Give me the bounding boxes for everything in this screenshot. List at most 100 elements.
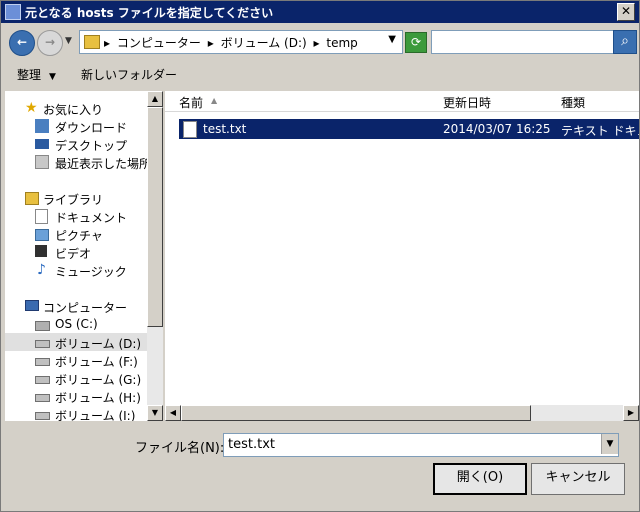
column-label: 更新日時 <box>443 96 492 110</box>
nav-favorites[interactable]: ★ お気に入り <box>5 99 147 117</box>
refresh-button[interactable]: ⟳ <box>405 32 427 53</box>
filename-label: ファイル名(N): <box>135 441 225 456</box>
nav-computer[interactable]: コンピューター <box>5 297 147 315</box>
hscroll-thumb[interactable] <box>181 405 531 421</box>
file-modified: 2014/03/07 16:25 <box>443 122 551 136</box>
nav-label: ビデオ <box>55 247 92 261</box>
drive-g-icon <box>35 376 50 384</box>
forward-button[interactable]: → <box>37 30 63 56</box>
recent-places-icon <box>35 155 49 169</box>
forward-arrow-icon: → <box>44 35 56 49</box>
recent-pages-dropdown-icon[interactable]: ▼ <box>65 36 72 46</box>
drive-f-icon <box>35 358 50 366</box>
toolbar: 整理 ▼ 新しいフォルダー <box>1 59 639 89</box>
file-row[interactable]: test.txt 2014/03/07 16:25 テキスト ドキュメント <box>178 118 639 140</box>
nav-drive-f[interactable]: ボリューム (F:) <box>5 351 147 369</box>
nav-drive-h[interactable]: ボリューム (H:) <box>5 387 147 405</box>
breadcrumb-separator[interactable]: ▸ <box>208 36 214 50</box>
address-bar[interactable]: ▸ コンピューター ▸ ボリューム (D:) ▸ temp ▼ <box>79 30 403 54</box>
file-list: 名前 ▲ 更新日時 種類 test.txt 2014/03/07 16:25 テ… <box>165 91 639 421</box>
library-folder-icon <box>25 192 39 205</box>
nav-label: ボリューム (G:) <box>55 373 142 387</box>
sort-ascending-icon: ▲ <box>211 96 218 105</box>
nav-label: ボリューム (I:) <box>55 409 136 421</box>
app-icon <box>5 4 21 20</box>
music-note-icon: ♪ <box>37 262 46 278</box>
nav-pictures[interactable]: ピクチャ <box>5 225 147 243</box>
text-file-icon <box>183 121 197 138</box>
back-arrow-icon: ← <box>16 35 28 49</box>
nav-label: 最近表示した場所 <box>55 157 147 171</box>
column-header-modified[interactable]: 更新日時 <box>437 91 556 112</box>
title-bar: 元となる hosts ファイルを指定してください ✕ <box>1 1 639 23</box>
nav-label: ドキュメント <box>55 211 128 225</box>
column-header-type[interactable]: 種類 <box>555 91 639 112</box>
search-icon: ⌕ <box>621 33 629 49</box>
organize-label: 整理 <box>17 68 42 82</box>
new-folder-label: 新しいフォルダー <box>81 68 178 82</box>
refresh-icon: ⟳ <box>410 35 422 49</box>
column-header-name[interactable]: 名前 ▲ <box>165 91 438 112</box>
drive-c-icon <box>35 321 50 331</box>
filename-dropdown-icon[interactable]: ▼ <box>601 434 618 454</box>
nav-drive-g[interactable]: ボリューム (G:) <box>5 369 147 387</box>
breadcrumb-volume-d[interactable]: ボリューム (D:) <box>221 36 307 50</box>
nav-desktop[interactable]: デスクトップ <box>5 135 147 153</box>
close-button[interactable]: ✕ <box>617 3 635 21</box>
navigation-scrollbar[interactable]: ▲ ▼ <box>147 91 163 421</box>
breadcrumb-temp[interactable]: temp <box>326 36 357 50</box>
folder-icon <box>84 35 100 49</box>
nav-label: OS (C:) <box>55 317 98 331</box>
nav-label: ミュージック <box>55 265 127 279</box>
nav-music[interactable]: ♪ ミュージック <box>5 261 147 279</box>
nav-label: コンピューター <box>43 301 128 315</box>
document-icon <box>35 209 48 224</box>
address-dropdown-icon[interactable]: ▼ <box>388 34 396 45</box>
scroll-left-icon[interactable]: ◀ <box>165 405 181 421</box>
nav-drive-i[interactable]: ボリューム (I:) <box>5 405 147 421</box>
nav-label: ボリューム (F:) <box>55 355 138 369</box>
breadcrumb-computer[interactable]: コンピューター <box>117 36 201 50</box>
cancel-button[interactable]: キャンセル <box>531 463 625 495</box>
file-type: テキスト ドキュメント <box>561 124 639 138</box>
desktop-icon <box>35 139 49 149</box>
nav-label: デスクトップ <box>55 139 128 153</box>
organize-button[interactable]: 整理 ▼ <box>17 66 56 83</box>
search-button[interactable]: ⌕ <box>613 30 637 54</box>
file-name: test.txt <box>203 122 247 136</box>
nav-libraries[interactable]: ライブラリ <box>5 189 147 207</box>
nav-label: ボリューム (H:) <box>55 391 141 405</box>
nav-label: ボリューム (D:) <box>55 337 142 351</box>
nav-downloads[interactable]: ダウンロード <box>5 117 147 135</box>
open-file-dialog: 元となる hosts ファイルを指定してください ✕ ← → ▼ ▸ コンピュー… <box>0 0 640 512</box>
nav-documents[interactable]: ドキュメント <box>5 207 147 225</box>
nav-label: ピクチャ <box>55 229 103 243</box>
navigation-pane: ★ お気に入り ダウンロード デスクトップ 最近表示した場所 ライブラリ ドキュ… <box>5 91 147 421</box>
breadcrumb: ▸ コンピューター ▸ ボリューム (D:) ▸ temp <box>104 34 361 51</box>
filename-input[interactable]: test.txt <box>223 433 619 457</box>
file-list-hscrollbar[interactable]: ◀ ▶ <box>165 405 639 421</box>
scroll-down-icon[interactable]: ▼ <box>147 405 163 421</box>
nav-label: ライブラリ <box>43 193 104 207</box>
nav-drive-c[interactable]: OS (C:) <box>5 315 147 333</box>
video-icon <box>35 245 47 257</box>
breadcrumb-separator[interactable]: ▸ <box>314 36 320 50</box>
search-input[interactable] <box>431 30 615 54</box>
drive-h-icon <box>35 394 50 402</box>
scroll-right-icon[interactable]: ▶ <box>623 405 639 421</box>
star-icon: ★ <box>25 100 38 116</box>
scroll-up-icon[interactable]: ▲ <box>147 91 163 107</box>
nav-videos[interactable]: ビデオ <box>5 243 147 261</box>
computer-icon <box>25 300 39 311</box>
back-button[interactable]: ← <box>9 30 35 56</box>
scroll-thumb[interactable] <box>147 107 163 327</box>
drive-i-icon <box>35 412 50 420</box>
open-button[interactable]: 開く(O) <box>433 463 527 495</box>
new-folder-button[interactable]: 新しいフォルダー <box>81 66 177 83</box>
address-row: ← → ▼ ▸ コンピューター ▸ ボリューム (D:) ▸ temp ▼ ⟳ … <box>1 25 639 59</box>
nav-label: ダウンロード <box>55 121 128 135</box>
nav-drive-d[interactable]: ボリューム (D:) <box>5 333 147 351</box>
breadcrumb-separator[interactable]: ▸ <box>104 36 110 50</box>
nav-recent-places[interactable]: 最近表示した場所 <box>5 153 147 171</box>
drive-d-icon <box>35 340 50 348</box>
